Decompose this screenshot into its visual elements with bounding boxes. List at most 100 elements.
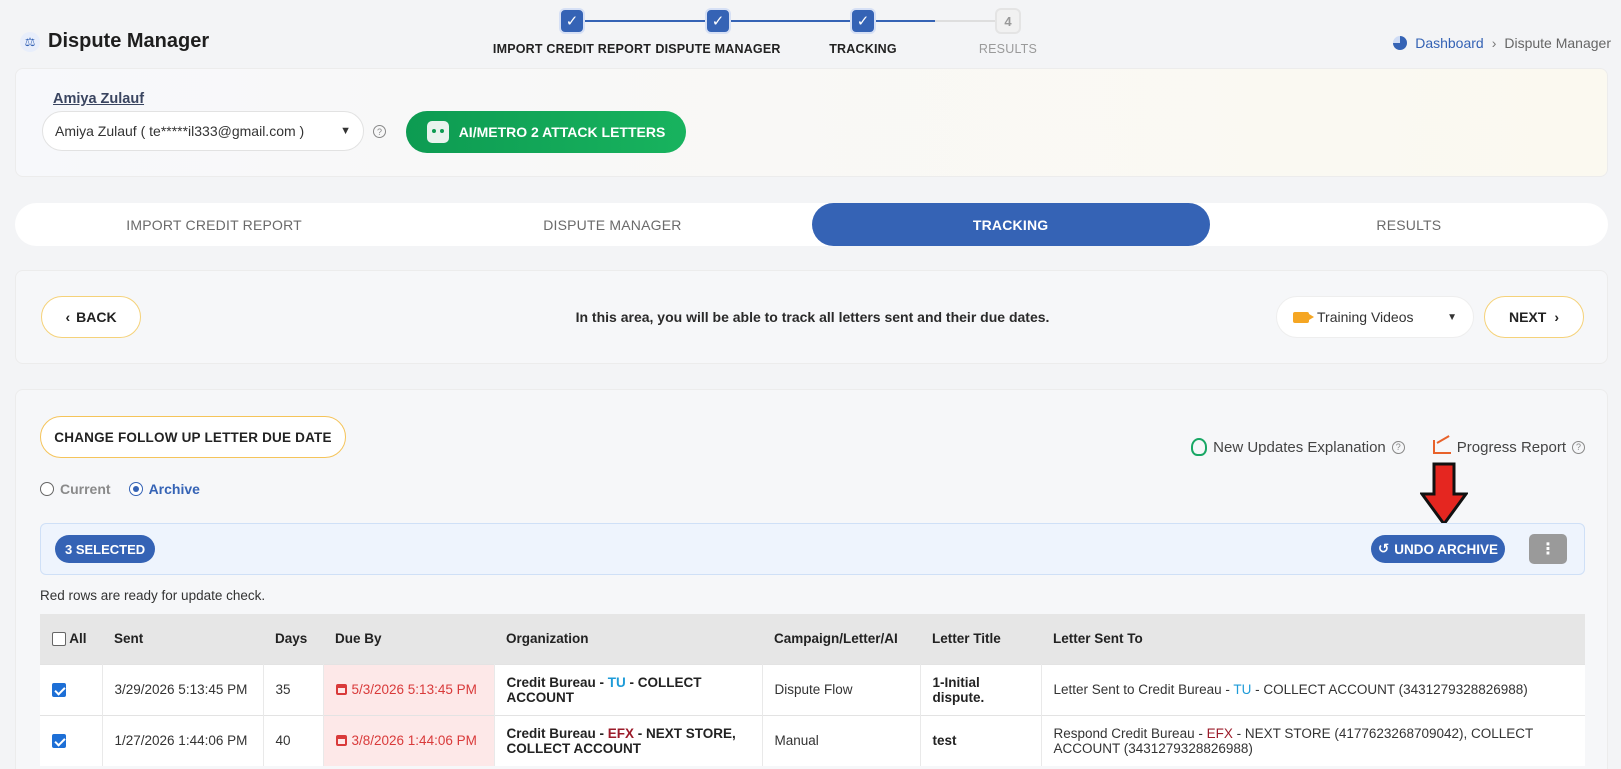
- more-options-button[interactable]: ⋮: [1529, 534, 1567, 564]
- due-cell: 5/3/2026 5:13:45 PM: [323, 663, 495, 715]
- caret-down-icon: ▼: [340, 125, 351, 137]
- sent-to-suffix: - COLLECT ACCOUNT (3431279328826988): [1251, 682, 1528, 697]
- radio-circle: [40, 482, 54, 496]
- campaign-cell: Manual: [762, 714, 921, 766]
- days-cell: 40: [263, 714, 324, 766]
- header-letter-sent-to[interactable]: Letter Sent To: [1041, 614, 1585, 664]
- row-select-cell: [40, 714, 103, 766]
- step-import[interactable]: ✓ IMPORT CREDIT REPORT: [492, 8, 652, 56]
- new-updates-label: New Updates Explanation: [1213, 438, 1386, 456]
- progress-report-label: Progress Report: [1456, 438, 1566, 456]
- lightbulb-icon: [1191, 438, 1208, 456]
- row-checkbox[interactable]: [52, 734, 66, 749]
- client-select[interactable]: Amiya Zulauf ( te*****il333@gmail.com ) …: [42, 111, 364, 151]
- chevron-right-icon: ›: [1491, 35, 1497, 51]
- panel-links: New Updates Explanation ? Progress Repor…: [1191, 438, 1585, 456]
- campaign-cell: Dispute Flow: [762, 663, 921, 715]
- tab-dispute-manager[interactable]: DISPUTE MANAGER: [413, 203, 811, 246]
- select-all-checkbox[interactable]: [52, 632, 66, 647]
- row-checkbox[interactable]: [52, 683, 66, 698]
- kebab-menu-icon: ⋮: [1540, 541, 1556, 558]
- letter-title-cell: test: [920, 714, 1042, 766]
- back-button[interactable]: ‹ BACK: [41, 296, 141, 338]
- arrow-down-icon: [1420, 462, 1468, 526]
- progress-stepper: ✓ IMPORT CREDIT REPORT ✓ DISPUTE MANAGER…: [493, 8, 1075, 58]
- help-icon[interactable]: ?: [1391, 440, 1405, 454]
- undo-icon: ↺: [1377, 541, 1390, 556]
- new-updates-link[interactable]: New Updates Explanation ?: [1191, 438, 1405, 456]
- undo-archive-button[interactable]: ↺ UNDO ARCHIVE: [1371, 535, 1505, 563]
- step-label: DISPUTE MANAGER: [655, 42, 781, 56]
- calendar-icon: [335, 735, 347, 747]
- row-select-cell: [40, 663, 103, 715]
- video-camera-icon: [1293, 311, 1314, 323]
- client-card: Amiya Zulauf Amiya Zulauf ( te*****il333…: [15, 68, 1608, 177]
- sent-cell: 3/29/2026 5:13:45 PM: [102, 663, 264, 715]
- due-value: 3/8/2026 1:44:06 PM: [351, 733, 477, 749]
- breadcrumb-current: Dispute Manager: [1504, 35, 1611, 51]
- step-number: 4: [995, 8, 1021, 34]
- bureau-code: TU: [607, 674, 626, 690]
- radio-current[interactable]: Current: [40, 481, 111, 497]
- header-select-all: All: [40, 614, 102, 664]
- info-card: In this area, you will be able to track …: [15, 270, 1608, 364]
- due-value: 5/3/2026 5:13:45 PM: [351, 682, 477, 697]
- header-all-label: All: [69, 631, 87, 647]
- tab-results[interactable]: RESULTS: [1210, 203, 1608, 246]
- sent-to-prefix: Respond Credit Bureau -: [1053, 725, 1207, 741]
- pie-chart-icon: [1393, 36, 1408, 50]
- header-sent[interactable]: Sent: [102, 614, 263, 664]
- next-button[interactable]: NEXT ›: [1484, 296, 1584, 338]
- tab-tracking[interactable]: TRACKING: [811, 203, 1210, 246]
- step-dispute-manager[interactable]: ✓ DISPUTE MANAGER: [638, 8, 798, 56]
- due-cell: 3/8/2026 1:44:06 PM: [323, 714, 495, 766]
- progress-report-link[interactable]: Progress Report ?: [1432, 438, 1585, 456]
- step-label: IMPORT CREDIT REPORT: [492, 42, 652, 56]
- client-name-link[interactable]: Amiya Zulauf: [53, 91, 144, 107]
- change-followup-due-date-button[interactable]: CHANGE FOLLOW UP LETTER DUE DATE: [40, 416, 346, 458]
- chevron-left-icon: ‹: [65, 309, 71, 325]
- bureau-code: TU: [1233, 682, 1252, 697]
- check-icon: ✓: [850, 8, 876, 34]
- step-label: TRACKING: [829, 42, 897, 56]
- tracking-panel: CHANGE FOLLOW UP LETTER DUE DATE Current…: [15, 389, 1608, 769]
- tab-import-credit-report[interactable]: IMPORT CREDIT REPORT: [15, 203, 413, 246]
- radio-archive-label: Archive: [148, 481, 200, 497]
- workflow-tabs: IMPORT CREDIT REPORT DISPUTE MANAGER TRA…: [15, 203, 1608, 246]
- trend-chart-icon: [1432, 440, 1451, 454]
- breadcrumb-dashboard-link[interactable]: Dashboard: [1415, 35, 1484, 51]
- check-icon: ✓: [705, 8, 731, 34]
- org-prefix: Credit Bureau -: [506, 725, 608, 741]
- header-days[interactable]: Days: [263, 614, 323, 664]
- radio-archive[interactable]: Archive: [128, 481, 200, 497]
- ai-button-label: AI/METRO 2 ATTACK LETTERS: [458, 124, 666, 140]
- letter-sent-to-cell: Letter Sent to Credit Bureau - TU - COLL…: [1041, 663, 1585, 715]
- view-filter: Current Archive: [40, 481, 200, 497]
- step-tracking[interactable]: ✓ TRACKING: [783, 8, 943, 56]
- breadcrumb: Dashboard › Dispute Manager: [1393, 35, 1611, 51]
- header-due-by[interactable]: Due By: [323, 614, 494, 664]
- help-icon[interactable]: ?: [1572, 440, 1585, 454]
- sent-cell: 1/27/2026 1:44:06 PM: [102, 714, 264, 766]
- table-row: 3/29/2026 5:13:45 PM 35 5/3/2026 5:13:45…: [40, 663, 1585, 715]
- help-icon[interactable]: ?: [373, 125, 386, 138]
- letter-title-cell: 1-Initial dispute.: [920, 663, 1042, 715]
- back-label: BACK: [76, 309, 117, 325]
- robot-icon: [426, 121, 449, 143]
- next-label: NEXT: [1508, 309, 1547, 325]
- chevron-right-icon: ›: [1554, 309, 1559, 325]
- bulk-action-bar: 3 SELECTED ↺ UNDO ARCHIVE ⋮: [40, 523, 1585, 575]
- header-campaign[interactable]: Campaign/Letter/AI: [762, 614, 920, 664]
- ai-attack-letters-button[interactable]: AI/METRO 2 ATTACK LETTERS: [406, 111, 686, 153]
- letters-table: All Sent Days Due By Organization Campai…: [40, 614, 1585, 766]
- scale-icon: ⚖: [20, 31, 40, 52]
- training-videos-dropdown[interactable]: Training Videos ▼: [1276, 296, 1474, 338]
- calendar-icon: [335, 684, 347, 695]
- client-select-value: Amiya Zulauf ( te*****il333@gmail.com ): [55, 123, 305, 139]
- header-organization[interactable]: Organization: [494, 614, 762, 664]
- table-row: 1/27/2026 1:44:06 PM 40 3/8/2026 1:44:06…: [40, 714, 1585, 766]
- app-title: Dispute Manager: [48, 30, 210, 52]
- step-results[interactable]: 4 RESULTS: [928, 8, 1088, 56]
- radio-current-label: Current: [60, 481, 111, 497]
- header-letter-title[interactable]: Letter Title: [920, 614, 1041, 664]
